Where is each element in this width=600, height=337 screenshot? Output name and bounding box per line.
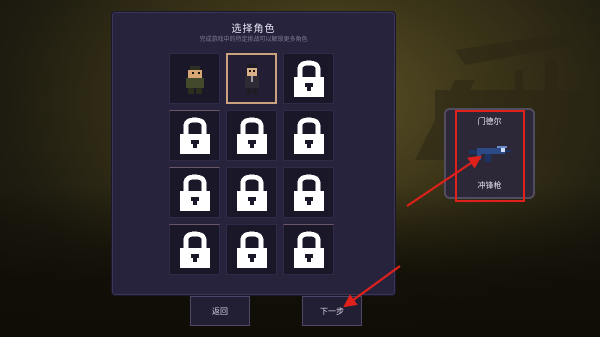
next-button[interactable]: 下一步: [302, 296, 362, 326]
lock-icon: [179, 174, 210, 211]
officer-character-icon: [244, 63, 259, 94]
weapon-card[interactable]: 门德尔 冲锋枪: [444, 108, 535, 199]
lock-icon: [179, 117, 210, 154]
character-slot-soldier[interactable]: [169, 53, 220, 104]
lock-icon: [293, 117, 324, 154]
locked-slot[interactable]: [283, 53, 334, 104]
lock-icon: [236, 117, 267, 154]
panel-subtitle: 完成游戏中的特定挑战可以解锁更多角色: [199, 36, 308, 43]
locked-slot[interactable]: [283, 167, 334, 218]
locked-slot[interactable]: [226, 167, 277, 218]
lock-icon: [293, 231, 324, 268]
smg-gun-icon: [469, 146, 511, 162]
lock-icon: [293, 174, 324, 211]
lock-icon: [236, 231, 267, 268]
locked-slot[interactable]: [169, 167, 220, 218]
soldier-character-icon: [185, 65, 204, 94]
weapon-type-label: 冲锋枪: [477, 181, 502, 190]
lock-icon: [236, 174, 267, 211]
locked-slot[interactable]: [226, 224, 277, 275]
locked-slot[interactable]: [226, 110, 277, 161]
weapon-name: 门德尔: [477, 117, 502, 126]
locked-slot[interactable]: [283, 224, 334, 275]
locked-slot[interactable]: [283, 110, 334, 161]
lock-icon: [179, 231, 210, 268]
character-slot-officer[interactable]: [226, 53, 277, 104]
character-grid: [169, 53, 334, 275]
lock-icon: [293, 60, 324, 97]
character-select-panel: 选择角色 完成游戏中的特定挑战可以解锁更多角色: [112, 12, 395, 295]
panel-title: 选择角色: [231, 24, 276, 35]
back-button[interactable]: 返回: [190, 296, 250, 326]
locked-slot[interactable]: [169, 224, 220, 275]
locked-slot[interactable]: [169, 110, 220, 161]
